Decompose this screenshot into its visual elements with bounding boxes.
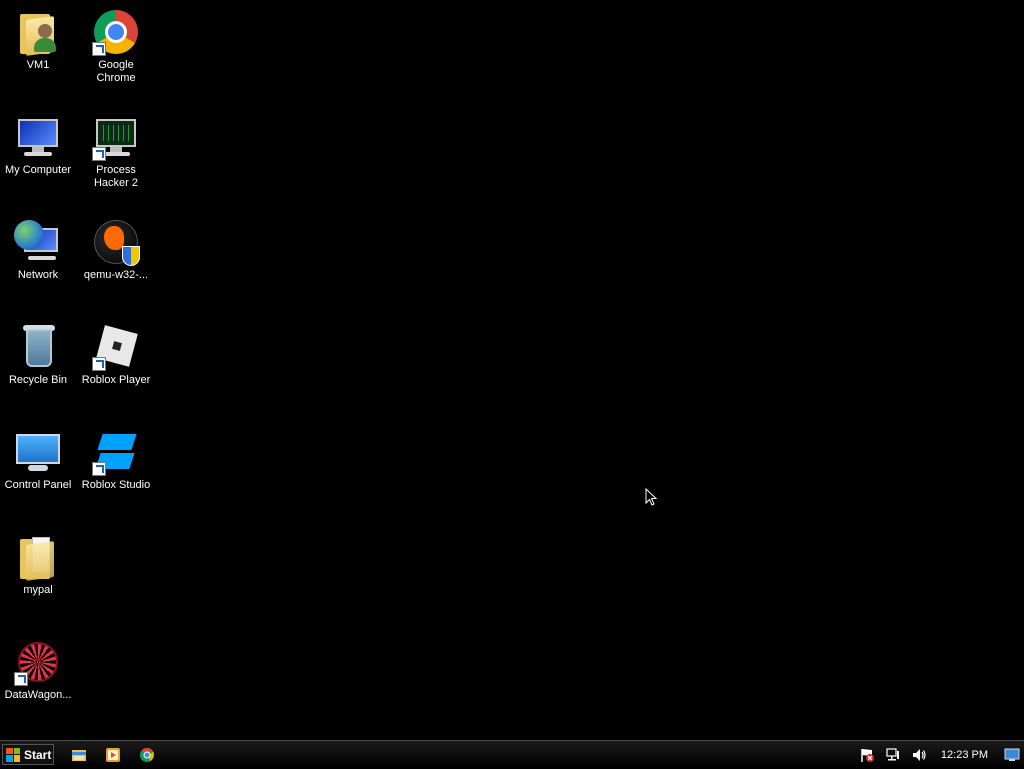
desktop-icon-label: Roblox Studio <box>81 479 151 491</box>
desktop-icon-process-hacker[interactable]: Process Hacker 2 <box>78 105 154 190</box>
desktop-icon-label: My Computer <box>4 164 72 176</box>
desktop-icon-label: Google Chrome <box>96 59 136 84</box>
desktop-icon-label: Roblox Player <box>81 374 151 386</box>
desktop-icon-recycle-bin[interactable]: Recycle Bin <box>0 315 76 387</box>
process-hacker-icon <box>92 113 140 161</box>
network-icon[interactable] <box>885 747 901 763</box>
datawagon-icon <box>14 638 62 686</box>
uac-shield-icon <box>122 246 140 266</box>
computer-icon <box>14 113 62 161</box>
file-explorer-icon[interactable] <box>71 747 87 763</box>
shortcut-arrow-icon <box>92 357 106 371</box>
desktop-icon-label: Control Panel <box>4 479 72 491</box>
desktop-icon-network[interactable]: Network <box>0 210 76 282</box>
desktop-icon-control-panel[interactable]: Control Panel <box>0 420 76 492</box>
taskbar-clock[interactable]: 12:23 PM <box>941 749 988 761</box>
desktop[interactable]: VM1 Google Chrome My Computer Process Ha… <box>0 0 1024 740</box>
desktop-icon-vm1[interactable]: VM1 <box>0 0 76 72</box>
desktop-icon-roblox-player[interactable]: Roblox Player <box>78 315 154 387</box>
shortcut-arrow-icon <box>92 147 106 161</box>
shortcut-arrow-icon <box>92 462 106 476</box>
desktop-icon-datawagon[interactable]: DataWagon... <box>0 630 76 702</box>
roblox-player-icon <box>92 323 140 371</box>
mouse-cursor-icon <box>645 488 657 506</box>
desktop-icon-label: mypal <box>23 584 53 596</box>
shortcut-arrow-icon <box>14 672 28 686</box>
desktop-icon-mypal[interactable]: mypal <box>0 525 76 597</box>
desktop-icon-label: VM1 <box>26 59 50 71</box>
desktop-icon-qemu[interactable]: qemu-w32-... <box>78 210 154 282</box>
desktop-icon-google-chrome[interactable]: Google Chrome <box>78 0 154 85</box>
windows-logo-icon <box>6 747 20 762</box>
chrome-icon[interactable] <box>139 747 155 763</box>
start-button[interactable]: Start <box>2 744 54 765</box>
recycle-bin-icon <box>14 323 62 371</box>
desktop-icon-label: Network <box>17 269 59 281</box>
network-globe-icon <box>14 218 62 266</box>
shortcut-arrow-icon <box>92 42 106 56</box>
desktop-icon-roblox-studio[interactable]: Roblox Studio <box>78 420 154 492</box>
show-desktop-icon[interactable] <box>1004 747 1020 763</box>
taskbar: Start 12:23 PM <box>0 740 1024 768</box>
media-player-icon[interactable] <box>105 747 121 763</box>
desktop-icon-label: DataWagon... <box>4 689 72 701</box>
roblox-studio-icon <box>92 428 140 476</box>
qemu-icon <box>92 218 140 266</box>
action-center-flag-icon[interactable] <box>859 747 875 763</box>
system-tray: 12:23 PM <box>859 741 1020 769</box>
desktop-icon-label: Process Hacker 2 <box>93 164 139 189</box>
volume-icon[interactable] <box>911 747 927 763</box>
chrome-icon <box>92 8 140 56</box>
start-label: Start <box>24 747 52 762</box>
desktop-icon-label: Recycle Bin <box>8 374 68 386</box>
user-folder-icon <box>14 8 62 56</box>
desktop-icon-label: qemu-w32-... <box>83 269 149 281</box>
desktop-icon-my-computer[interactable]: My Computer <box>0 105 76 177</box>
control-panel-icon <box>14 428 62 476</box>
folder-icon <box>14 533 62 581</box>
